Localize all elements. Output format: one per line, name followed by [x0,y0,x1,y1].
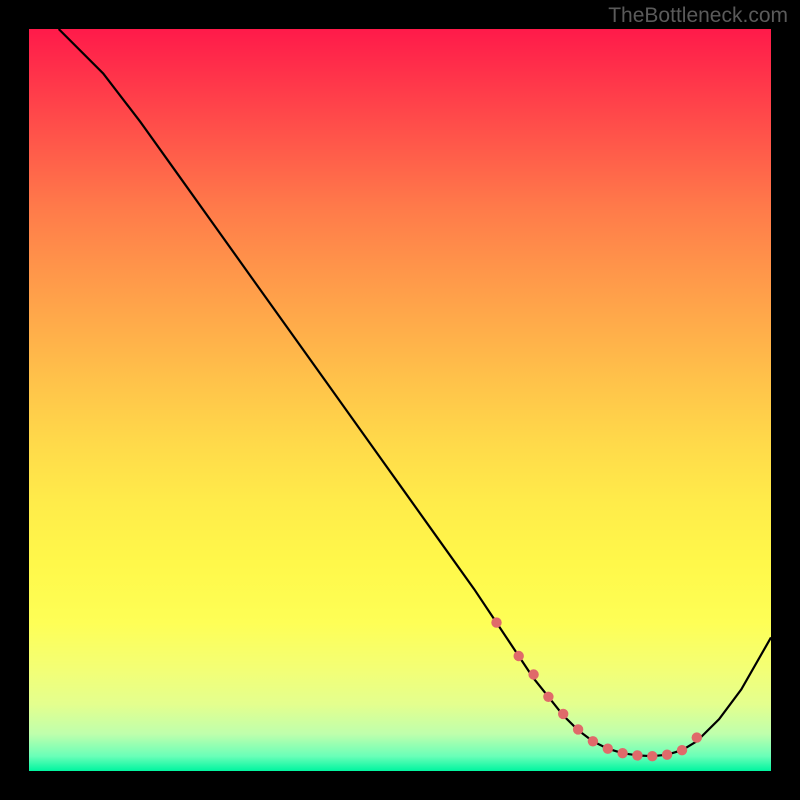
watermark-text: TheBottleneck.com [608,4,788,28]
highlight-dot [692,732,702,742]
highlight-dots-group [491,617,702,761]
highlight-dot [491,617,501,627]
highlight-dot [573,724,583,734]
highlight-dot [662,750,672,760]
curve-line [59,29,771,756]
highlight-dot [514,651,524,661]
chart-gradient-background [29,29,771,771]
highlight-dot [677,745,687,755]
highlight-dot [603,744,613,754]
highlight-dot [617,748,627,758]
highlight-dot [543,692,553,702]
highlight-dot [647,751,657,761]
highlight-dot [632,750,642,760]
chart-svg [29,29,771,771]
highlight-dot [528,669,538,679]
highlight-dot [558,709,568,719]
highlight-dot [588,736,598,746]
